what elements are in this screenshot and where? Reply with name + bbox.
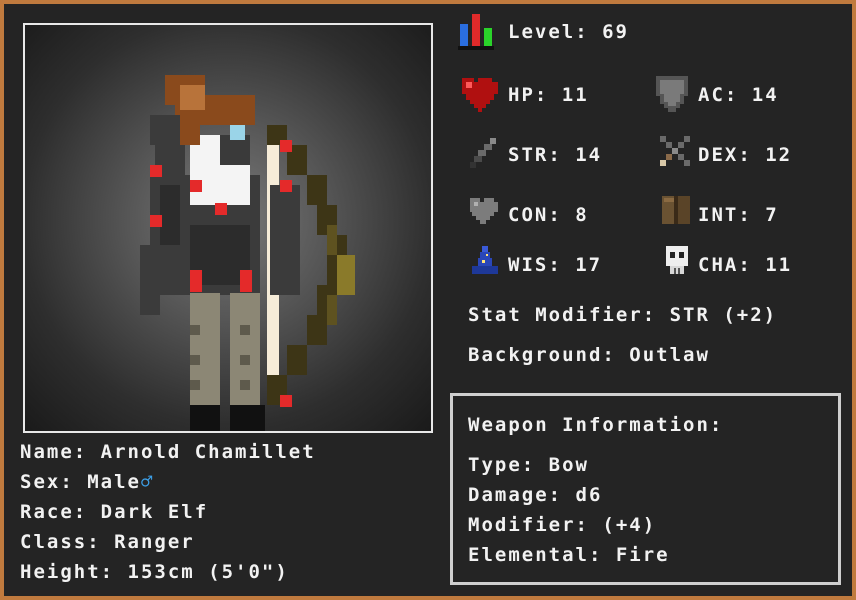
hp-value: HP: 11 — [508, 84, 589, 106]
character-portrait — [23, 23, 433, 433]
sword-icon — [470, 138, 496, 168]
weapon-modifier: Modifier: (+4) — [468, 514, 657, 536]
heart-icon — [462, 78, 498, 112]
character-background: Background: Outlaw — [468, 344, 710, 366]
weapon-elemental: Elemental: Fire — [468, 544, 670, 566]
skull-icon — [666, 246, 688, 274]
gray-heart-icon — [470, 198, 498, 224]
ac-value: AC: 14 — [698, 84, 779, 106]
shield-icon — [656, 76, 688, 112]
stat-modifier: Stat Modifier: STR (+2) — [468, 304, 778, 326]
cha-value: CHA: 11 — [698, 254, 793, 276]
int-value: INT: 7 — [698, 204, 779, 226]
book-icon — [662, 196, 690, 224]
sex-label: Sex: Male — [20, 471, 141, 493]
wizard-hat-icon — [472, 246, 498, 274]
con-value: CON: 8 — [508, 204, 589, 226]
character-name: Name: Arnold Chamillet — [20, 441, 316, 463]
character-sex: Sex: Male♂ — [20, 471, 154, 493]
crossed-daggers-icon — [660, 136, 690, 166]
male-symbol-icon: ♂ — [140, 471, 155, 493]
weapon-type: Type: Bow — [468, 454, 589, 476]
str-value: STR: 14 — [508, 144, 603, 166]
character-class: Class: Ranger — [20, 531, 195, 553]
pixel-character-sprite — [140, 75, 355, 431]
wis-value: WIS: 17 — [508, 254, 603, 276]
character-sheet-frame: Name: Arnold Chamillet Sex: Male♂ Race: … — [0, 0, 856, 600]
weapon-damage: Damage: d6 — [468, 484, 603, 506]
dex-value: DEX: 12 — [698, 144, 793, 166]
character-height: Height: 153cm (5'0") — [20, 561, 289, 583]
character-race: Race: Dark Elf — [20, 501, 209, 523]
level-value: Level: 69 — [508, 21, 629, 43]
level-bars-icon — [458, 14, 494, 50]
weapon-info-title: Weapon Information: — [468, 414, 724, 436]
